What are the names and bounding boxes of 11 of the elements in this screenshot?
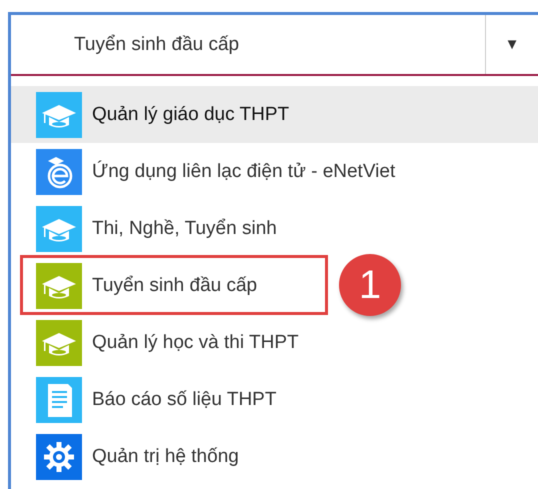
menu-item[interactable]: Thi, Nghề, Tuyển sinh [11, 200, 538, 257]
menu-item[interactable]: Quản trị hệ thống [11, 428, 538, 485]
menu-item[interactable]: Tuyển sinh đầu cấp 1 [11, 257, 538, 314]
menu-item[interactable]: Ứng dụng liên lạc điện tử - eNetViet [11, 143, 538, 200]
menu-item[interactable]: Quản lý giáo dục THPT [11, 86, 538, 143]
step-number-badge: 1 [339, 254, 401, 316]
menu-item[interactable]: Báo cáo số liệu THPT [11, 371, 538, 428]
menu-item[interactable]: Quản lý học và thi THPT [11, 314, 538, 371]
dropdown-field[interactable]: Tuyển sinh đầu cấp ▼ [11, 15, 538, 76]
dropdown-value: Tuyển sinh đầu cấp [11, 15, 486, 74]
caret-icon: ▼ [486, 15, 538, 74]
